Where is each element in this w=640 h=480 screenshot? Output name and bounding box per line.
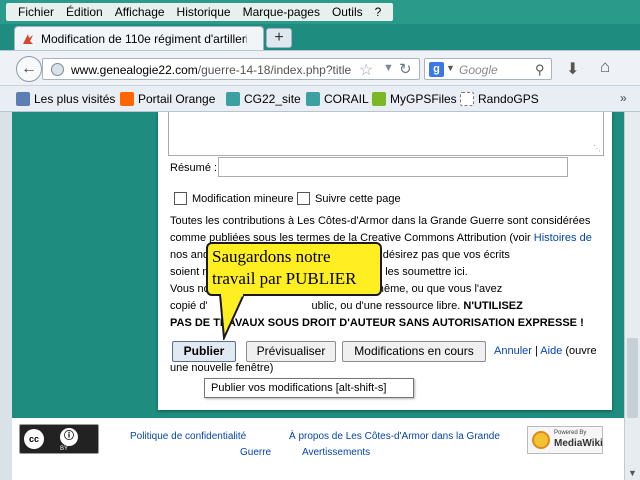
powered-by-label: Powered By (554, 430, 587, 436)
creative-commons-badge[interactable]: cc ⓘ BY (19, 424, 99, 454)
search-bar[interactable]: g ▼ Google ⚲ (424, 58, 552, 80)
menu-historique[interactable]: Historique (171, 3, 237, 21)
cc-icon: cc (24, 429, 44, 449)
history-dropdown-icon[interactable]: ▼ (383, 62, 394, 74)
page-icon (460, 92, 474, 106)
minor-edit-label: Modification mineure (192, 193, 294, 205)
bookmark-cg22-site[interactable]: CG22_site (226, 91, 301, 107)
bookmarks-bar: Les plus visités Portail Orange CG22_sit… (0, 86, 640, 112)
mediawiki-logo-icon (532, 431, 550, 449)
bookmark-star-icon[interactable]: ☆ (359, 60, 373, 80)
disclaimer-warning: N'UTILISEZ (463, 300, 523, 312)
mygps-icon (372, 92, 386, 106)
page-footer: cc ⓘ BY Politique de confidentialité À p… (12, 418, 624, 480)
globe-icon (51, 63, 64, 76)
disclaimers-link[interactable]: Avertissements (302, 447, 370, 458)
vertical-scrollbar[interactable]: ▼ (624, 112, 640, 480)
menu-edition[interactable]: Édition (60, 3, 109, 21)
url-domain: www.genealogie22.com (71, 63, 198, 77)
bookmark-label: CORAIL (324, 92, 369, 106)
search-placeholder: Google (459, 63, 498, 77)
engine-dropdown-icon[interactable]: ▼ (446, 63, 455, 73)
resize-grip-icon[interactable]: ⋱ (593, 144, 601, 153)
scroll-down-icon[interactable]: ▼ (628, 468, 637, 478)
cancel-link[interactable]: Annuler (494, 345, 532, 357)
publish-callout: Saugardons notre travail par PUBLIER (206, 242, 382, 296)
bookmark-label: RandoGPS (478, 92, 539, 106)
form-links: Annuler | Aide (ouvre (494, 345, 597, 357)
reload-icon[interactable]: ↻ (399, 60, 412, 78)
bookmark-label: MyGPSFiles (390, 92, 457, 106)
menu-bar: Fichier Édition Affichage Historique Mar… (0, 0, 640, 24)
new-tab-button[interactable]: + (266, 28, 292, 48)
download-icon[interactable]: ⬇ (566, 59, 579, 79)
edit-textarea[interactable]: ⋱ (168, 112, 604, 156)
bookmark-corail[interactable]: CORAIL (306, 91, 369, 107)
show-changes-button[interactable]: Modifications en cours (342, 341, 486, 362)
summary-label: Résumé : (170, 162, 218, 174)
site-favicon-icon (23, 34, 33, 44)
publish-tooltip: Publier vos modifications [alt-shift-s] (204, 378, 414, 398)
callout-pointer (218, 294, 246, 340)
tab-strip: Modification de 110e régiment d'artiller… (0, 24, 640, 50)
help-link[interactable]: Aide (540, 345, 562, 357)
tab-title: Modification de 110e régiment d'artiller… (41, 32, 247, 46)
preview-button[interactable]: Prévisualiser (246, 341, 336, 362)
bookmark-les-plus-visites[interactable]: Les plus visités (16, 91, 115, 107)
mediawiki-label: MediaWiki (554, 438, 603, 449)
search-icon[interactable]: ⚲ (535, 62, 545, 78)
histoires-link[interactable]: Histoires de (534, 232, 592, 244)
attribution-icon: ⓘ (60, 428, 78, 446)
mediawiki-badge[interactable]: Powered By MediaWiki (527, 426, 603, 454)
navigation-bar: ← www.genealogie22.com/guerre-14-18/inde… (0, 50, 640, 86)
bookmarks-overflow-icon[interactable]: » (620, 91, 627, 105)
scrollbar-thumb[interactable] (627, 338, 638, 418)
tab-active[interactable]: Modification de 110e régiment d'artiller… (14, 26, 264, 50)
summary-input[interactable] (218, 157, 568, 177)
bookmark-label: Portail Orange (138, 92, 216, 106)
about-link[interactable]: À propos de Les Côtes-d'Armor dans la Gr… (289, 431, 500, 442)
menu-help[interactable]: ? (369, 3, 388, 21)
bookmark-label: Les plus visités (34, 92, 116, 106)
menu-marque-pages[interactable]: Marque-pages (237, 3, 326, 21)
link-separator: | (534, 345, 538, 357)
menu-outils[interactable]: Outils (326, 3, 369, 21)
help-suffix-line: une nouvelle fenêtre) (170, 362, 274, 374)
url-path: /guerre-14-18/index.php?title (197, 63, 352, 77)
minor-edit-checkbox[interactable] (174, 192, 187, 205)
disclaimer-text: copié d' ublic, ou d'une ressource libre… (170, 300, 464, 312)
side-panel-edge (0, 112, 12, 480)
url-bar[interactable]: www.genealogie22.com/guerre-14-18/index.… (42, 58, 420, 80)
cc-by-label: BY (60, 446, 69, 452)
privacy-link[interactable]: Politique de confidentialité (130, 431, 246, 442)
about-link-continued[interactable]: Guerre (240, 447, 271, 458)
page-content: ⋱ Résumé : Modification mineure Suivre c… (0, 112, 640, 480)
watch-page-checkbox[interactable] (297, 192, 310, 205)
url-text: www.genealogie22.com/guerre-14-18/index.… (71, 63, 351, 77)
menu-fichier[interactable]: Fichier (12, 3, 60, 21)
bookmark-randogps[interactable]: RandoGPS (460, 91, 539, 107)
home-icon[interactable]: ⌂ (600, 57, 610, 77)
google-icon[interactable]: g (429, 62, 444, 77)
disclaimer-line: Toutes les contributions à Les Côtes-d'A… (170, 215, 591, 227)
menu-affichage[interactable]: Affichage (109, 3, 171, 21)
menu-list: Fichier Édition Affichage Historique Mar… (6, 3, 394, 21)
orange-icon (120, 92, 134, 106)
bookmark-label: CG22_site (244, 92, 301, 106)
arrow-left-icon: ← (21, 60, 37, 77)
bookmark-mygpsfiles[interactable]: MyGPSFiles (372, 91, 457, 107)
help-suffix: (ouvre (562, 345, 597, 357)
pages-icon (16, 92, 30, 106)
bookmark-portail-orange[interactable]: Portail Orange (120, 91, 215, 107)
back-button[interactable]: ← (16, 56, 42, 82)
watch-page-label: Suivre cette page (315, 193, 401, 205)
corail-icon (306, 92, 320, 106)
publish-button[interactable]: Publier (172, 341, 236, 362)
cg22-icon (226, 92, 240, 106)
